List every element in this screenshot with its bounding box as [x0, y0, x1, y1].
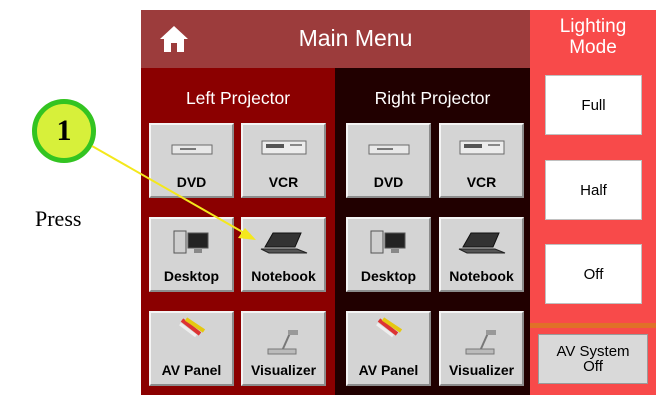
lighting-title-line2: Mode [569, 37, 617, 58]
desktop-computer-icon [173, 230, 208, 254]
dvd-player-icon [171, 144, 212, 155]
lighting-off-button[interactable]: Off [545, 244, 642, 304]
left-desktop-label: Desktop [163, 268, 220, 284]
av-cable-icon [375, 317, 402, 338]
right-av-panel-button[interactable]: AV Panel [346, 311, 431, 386]
right-projector-section: Right Projector DVD VCR Desktop Notebook… [335, 68, 530, 395]
left-av-panel-label: AV Panel [161, 362, 222, 378]
av-system-off-button[interactable]: AV System Off [538, 334, 648, 384]
right-av-panel-label: AV Panel [358, 362, 419, 378]
av-cable-icon [178, 317, 205, 338]
left-visualizer-label: Visualizer [250, 362, 317, 378]
right-projector-title: Right Projector [374, 88, 491, 108]
right-vcr-label: VCR [466, 174, 497, 190]
left-vcr-label: VCR [268, 174, 299, 190]
notebook-laptop-icon [458, 232, 505, 254]
lighting-half-button[interactable]: Half [545, 160, 642, 220]
right-dvd-label: DVD [373, 174, 404, 190]
instruction-text: Press [35, 206, 82, 231]
vcr-icon [261, 140, 306, 155]
desktop-computer-icon [370, 230, 405, 254]
right-visualizer-button[interactable]: Visualizer [439, 311, 524, 386]
left-dvd-label: DVD [176, 174, 207, 190]
left-av-panel-button[interactable]: AV Panel [149, 311, 234, 386]
right-vcr-button[interactable]: VCR [439, 123, 524, 198]
right-notebook-button[interactable]: Notebook [439, 217, 524, 292]
left-projector-section: Left Projector DVD VCR Desktop Notebook … [141, 68, 335, 395]
left-dvd-button[interactable]: DVD [149, 123, 234, 198]
right-desktop-label: Desktop [360, 268, 417, 284]
left-notebook-button[interactable]: Notebook [241, 217, 326, 292]
notebook-laptop-icon [260, 232, 307, 254]
main-panel: Main Menu Left Projector DVD VCR Desktop… [141, 10, 530, 395]
right-visualizer-label: Visualizer [448, 362, 515, 378]
lighting-full-button[interactable]: Full [545, 75, 642, 135]
left-vcr-button[interactable]: VCR [241, 123, 326, 198]
left-notebook-label: Notebook [251, 268, 316, 284]
vcr-icon [459, 140, 504, 155]
header-bar: Main Menu [141, 10, 530, 68]
left-visualizer-button[interactable]: Visualizer [241, 311, 326, 386]
lighting-mode-title: Lighting Mode [530, 16, 656, 58]
right-notebook-label: Notebook [449, 268, 514, 284]
lighting-panel: Lighting Mode Full Half Off AV System Of… [530, 10, 656, 395]
step-number: 1 [56, 114, 72, 147]
left-projector-title: Left Projector [185, 88, 291, 108]
visualizer-camera-icon [465, 330, 496, 355]
right-desktop-button[interactable]: Desktop [346, 217, 431, 292]
av-system-line2: Off [583, 358, 603, 375]
visualizer-camera-icon [267, 330, 298, 355]
right-dvd-button[interactable]: DVD [346, 123, 431, 198]
step-callout: 1 [32, 99, 96, 163]
left-desktop-button[interactable]: Desktop [149, 217, 234, 292]
lighting-title-line1: Lighting [559, 16, 627, 37]
side-divider [530, 323, 656, 328]
av-system-line1: AV System [556, 343, 630, 360]
dvd-player-icon [368, 144, 409, 155]
page-title: Main Menu [298, 25, 413, 51]
